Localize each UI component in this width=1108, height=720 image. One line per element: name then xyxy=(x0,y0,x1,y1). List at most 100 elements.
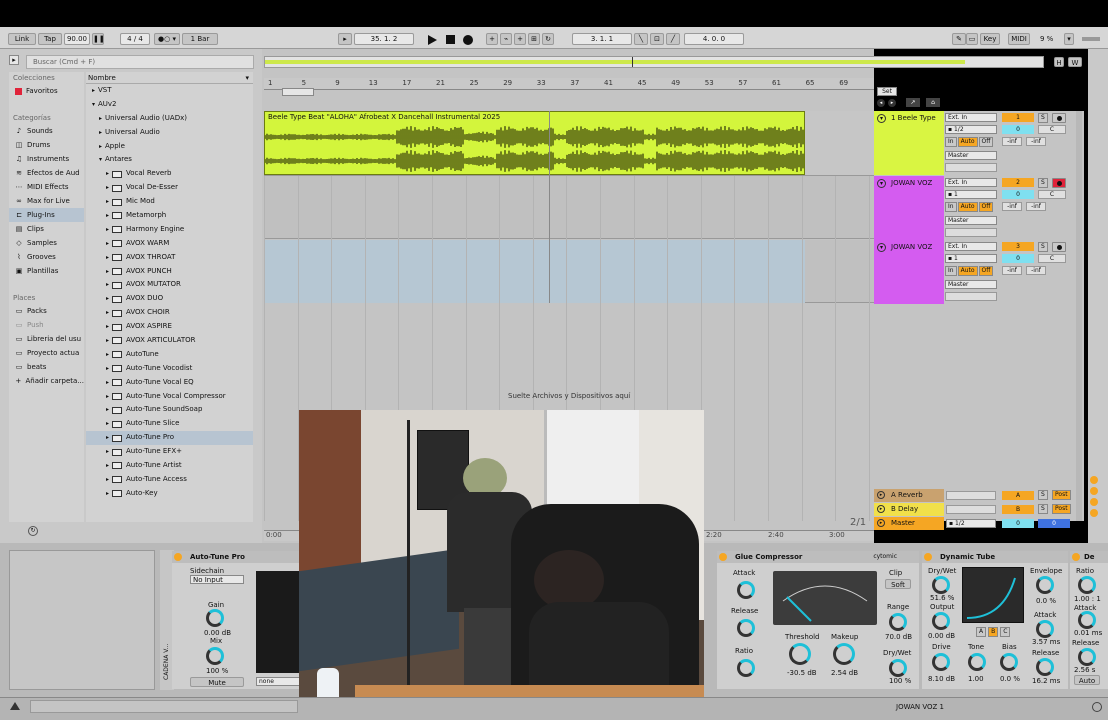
chevron-down-icon[interactable]: ▾ xyxy=(89,98,98,112)
monitor-in-button[interactable]: In xyxy=(945,202,957,212)
return-activator[interactable]: B xyxy=(1002,505,1034,514)
tube-a-button[interactable]: A xyxy=(976,627,987,637)
browser-preview-icon[interactable]: ↻ xyxy=(28,526,38,536)
sidebar-item-max-for-live[interactable]: ∞ Max for Live xyxy=(9,194,84,208)
chevron-right-icon[interactable]: ▸ xyxy=(103,209,112,223)
browser-toggle-icon[interactable]: ▸ xyxy=(9,55,19,65)
chevron-right-icon[interactable]: ▸ xyxy=(103,237,112,251)
loop-length-field[interactable]: 4. 0. 0 xyxy=(684,33,744,45)
arm-button[interactable] xyxy=(1052,242,1066,252)
master-output-select[interactable]: ▪ 1/2 xyxy=(946,519,996,528)
pan-field[interactable]: C xyxy=(1038,125,1066,134)
drywet-knob[interactable] xyxy=(889,659,907,677)
makeup-knob[interactable] xyxy=(833,643,855,665)
nudge-icon[interactable]: ❚❚ xyxy=(92,33,105,45)
sidebar-item-efectos-de-aud[interactable]: ≋ Efectos de Aud xyxy=(9,166,84,180)
pan-field[interactable]: C xyxy=(1038,190,1066,199)
sidebar-item-midi-effects[interactable]: ⋯ MIDI Effects xyxy=(9,180,84,194)
envelope-knob[interactable] xyxy=(1036,576,1054,594)
lock-icon[interactable]: ⌂ xyxy=(926,98,940,107)
browser-tree-item[interactable]: ▸ Auto-Tune Vocal Compressor xyxy=(86,390,253,404)
sidebar-place-item[interactable]: + Añadir carpeta... xyxy=(9,374,84,388)
chevron-right-icon[interactable]: ▸ xyxy=(103,487,112,501)
input-type-select[interactable]: Ext. In xyxy=(945,113,997,122)
chevron-right-icon[interactable]: ▸ xyxy=(103,265,112,279)
auto-button[interactable]: Auto xyxy=(1074,675,1100,685)
loop-brace[interactable] xyxy=(282,88,314,96)
sidebar-item-drums[interactable]: ◫ Drums xyxy=(9,138,84,152)
track-name[interactable]: 1 Beele Type xyxy=(891,114,936,122)
automation-arm-icon[interactable]: ⌁ xyxy=(500,33,512,45)
return-track-header[interactable]: ▸ A Reverb xyxy=(874,489,944,502)
chevron-right-icon[interactable]: ▸ xyxy=(103,459,112,473)
post-button[interactable]: Post xyxy=(1052,504,1071,514)
chevron-right-icon[interactable]: ▸ xyxy=(103,306,112,320)
browser-tree-item[interactable]: ▸ Auto-Tune Access xyxy=(86,473,253,487)
browser-tree-item[interactable]: ▸ Harmony Engine xyxy=(86,223,253,237)
release-knob[interactable] xyxy=(1036,658,1054,676)
chevron-right-icon[interactable]: ▸ xyxy=(103,362,112,376)
power-icon[interactable] xyxy=(1072,553,1080,561)
tone-knob[interactable] xyxy=(968,653,986,671)
release-knob[interactable] xyxy=(737,619,755,637)
output-channel-select[interactable] xyxy=(945,292,997,301)
output-knob[interactable] xyxy=(932,612,950,630)
device-title[interactable]: Glue Compressor cytomic xyxy=(717,551,919,563)
chevron-right-icon[interactable]: ▸ xyxy=(96,140,105,154)
quantize-select[interactable]: 1 Bar xyxy=(182,33,218,45)
solo-button[interactable]: S xyxy=(1038,242,1048,252)
input-channel-select[interactable]: ▪ 1/2 xyxy=(945,125,997,134)
bias-knob[interactable] xyxy=(1000,653,1018,671)
output-select[interactable]: Master xyxy=(945,216,997,225)
search-input[interactable]: Buscar (Cmd + F) xyxy=(26,55,254,69)
sidebar-place-item[interactable]: ▭ Packs xyxy=(9,304,84,318)
w-button[interactable]: W xyxy=(1068,57,1082,67)
sidebar-item-plug-ins[interactable]: ⊏ Plug-Ins xyxy=(9,208,84,222)
monitor-off-button[interactable]: Off xyxy=(978,266,994,276)
beat-ruler[interactable]: 1 5 9 13 17 21 25 29 33 37 41 45 49 53 57 61 65 69 xyxy=(264,78,874,90)
volume-field[interactable]: 0 xyxy=(1002,254,1034,263)
chevron-right-icon[interactable]: ▸ xyxy=(103,417,112,431)
track-activator[interactable]: 3 xyxy=(1002,242,1034,251)
track-activator[interactable]: 2 xyxy=(1002,178,1034,187)
solo-button[interactable]: S xyxy=(1038,113,1048,123)
browser-tree-item[interactable]: ▸ AutoTune xyxy=(86,348,253,362)
browser-tree-item[interactable]: ▸ Mic Mod xyxy=(86,195,253,209)
name-column-header[interactable]: Nombre ▾ xyxy=(86,72,253,84)
sidebar-item-samples[interactable]: ◇ Samples xyxy=(9,236,84,250)
key-map-button[interactable]: Key xyxy=(980,33,1000,45)
browser-tree-item[interactable]: ▾ AUv2 xyxy=(86,98,253,112)
loop-start-field[interactable]: 3. 1. 1 xyxy=(572,33,632,45)
solo-button[interactable]: S xyxy=(1038,490,1048,500)
chevron-right-icon[interactable]: ▸ xyxy=(96,126,105,140)
post-button[interactable]: Post xyxy=(1052,490,1071,500)
attack-knob[interactable] xyxy=(737,581,755,599)
track-header[interactable]: ▾ JOWAN VOZ xyxy=(874,240,944,304)
browser-tree-item[interactable]: ▸ AVOX WARM xyxy=(86,237,253,251)
chevron-right-icon[interactable]: ▸ xyxy=(103,167,112,181)
pan-field[interactable]: C xyxy=(1038,254,1066,263)
gain-knob[interactable] xyxy=(206,609,224,627)
input-channel-select[interactable]: ▪ 1 xyxy=(945,254,997,263)
browser-tree-item[interactable]: ▸ AVOX ARTICULATOR xyxy=(86,334,253,348)
detail-toggle-icon[interactable] xyxy=(1092,702,1102,712)
mixer-scrollbar[interactable] xyxy=(1076,111,1082,521)
prev-locator-icon[interactable]: ◂ xyxy=(877,99,885,107)
selected-track-name[interactable]: JOWAN VOZ 1 xyxy=(896,703,944,711)
fold-icon[interactable]: ▸ xyxy=(877,519,885,527)
draw-mode-icon[interactable]: ✎ xyxy=(952,33,966,45)
punch-out-icon[interactable]: ╱ xyxy=(666,33,680,45)
monitor-off-button[interactable]: Off xyxy=(978,137,994,147)
browser-tree-item[interactable]: ▸ AVOX CHOIR xyxy=(86,306,253,320)
drywet-knob[interactable] xyxy=(932,576,950,594)
overdub-icon[interactable]: + xyxy=(486,33,498,45)
chevron-right-icon[interactable]: ▸ xyxy=(103,334,112,348)
browser-tree-item[interactable]: ▸ AVOX PUNCH xyxy=(86,265,253,279)
solo-button[interactable]: S xyxy=(1038,178,1048,188)
ratio-knob[interactable] xyxy=(1078,576,1096,594)
loop-switch-icon[interactable]: ⊡ xyxy=(650,33,664,45)
chevron-right-icon[interactable]: ▸ xyxy=(89,84,98,98)
return-output[interactable] xyxy=(946,505,996,514)
browser-tree-item[interactable]: ▾ Antares xyxy=(86,153,253,167)
chevron-right-icon[interactable]: ▸ xyxy=(103,223,112,237)
